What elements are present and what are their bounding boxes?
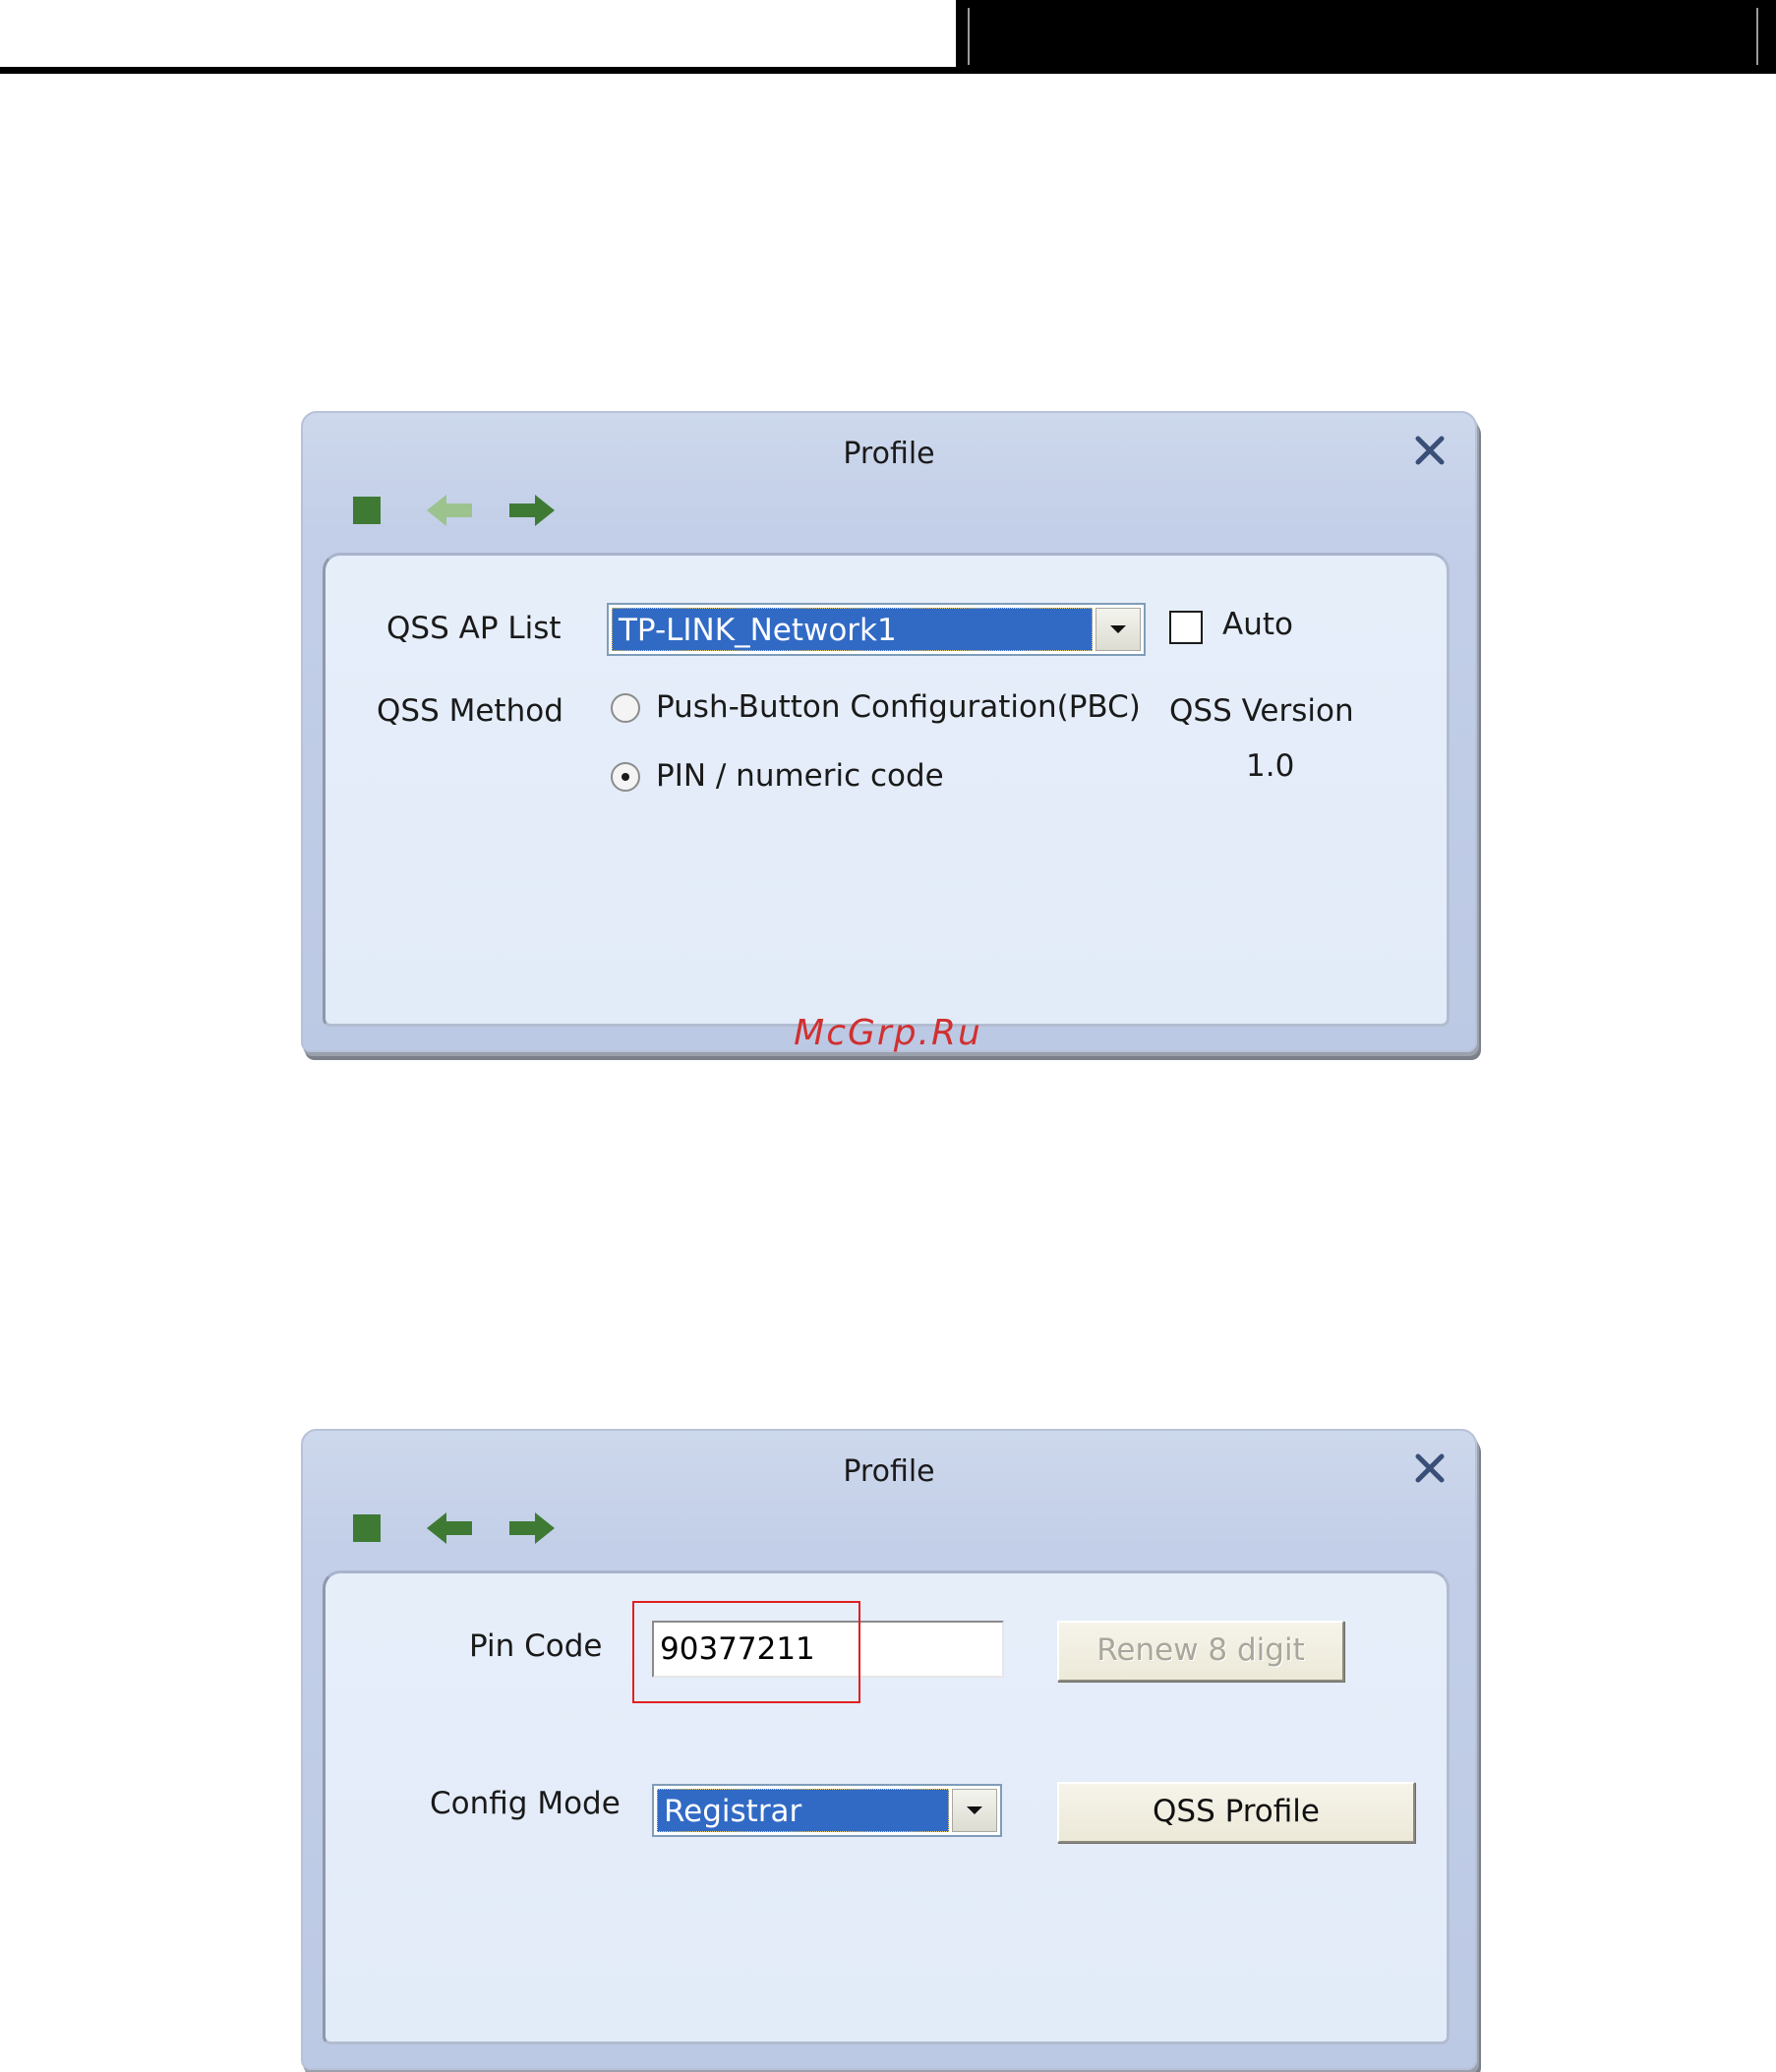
dialog-title: Profile [843,437,935,471]
toolbar [342,488,557,533]
chevron-down-icon [1110,625,1126,633]
profile-dialog-pin-code: Profile Pin Code Renew 8 digit Config Mo… [301,1429,1477,2070]
page-header-block [956,0,1776,73]
auto-label: Auto [1222,607,1293,642]
config-mode-value: Registrar [657,1789,949,1832]
back-arrow-icon [427,495,472,526]
config-mode-select[interactable]: Registrar [652,1784,1002,1837]
stop-square-icon [353,1514,381,1542]
qss-ap-list-value: TP-LINK_Network1 [612,608,1093,651]
dialog-content-panel: QSS AP List TP-LINK_Network1 Auto QSS Me… [323,553,1450,1027]
qss-version-value: 1.0 [1246,748,1295,784]
back-button[interactable] [425,491,474,530]
pin-radio[interactable] [611,762,640,792]
dropdown-button[interactable] [952,1789,997,1832]
renew-8-digit-button[interactable]: Renew 8 digit [1057,1621,1344,1682]
qss-ap-list-select[interactable]: TP-LINK_Network1 [607,603,1146,656]
pbc-radio[interactable] [611,693,640,723]
pin-code-label: Pin Code [469,1628,603,1664]
close-button[interactable] [1412,1450,1448,1486]
stop-button[interactable] [342,491,391,530]
forward-button[interactable] [507,491,557,530]
close-icon [1415,436,1445,465]
qss-ap-list-label: QSS AP List [386,611,562,646]
forward-arrow-icon [509,495,555,526]
qss-profile-button[interactable]: QSS Profile [1057,1782,1415,1843]
forward-arrow-icon [509,1512,555,1544]
stop-button[interactable] [342,1509,391,1548]
dialog-content-panel: Pin Code Renew 8 digit Config Mode Regis… [323,1570,1450,2044]
auto-checkbox[interactable] [1169,611,1203,644]
qss-version-label: QSS Version [1169,693,1354,729]
toolbar [342,1506,557,1551]
pbc-radio-label: Push-Button Configuration(PBC) [656,689,1141,725]
close-button[interactable] [1412,433,1448,468]
pin-radio-label: PIN / numeric code [656,758,944,794]
qss-method-label: QSS Method [377,693,563,729]
back-arrow-icon [427,1512,472,1544]
chevron-down-icon [967,1806,982,1814]
back-button[interactable] [425,1509,474,1548]
pin-code-input[interactable] [652,1621,1004,1678]
dropdown-button[interactable] [1095,608,1141,651]
profile-dialog-qss-method: Profile QSS AP List TP-LINK_Network1 Aut… [301,411,1477,1052]
config-mode-label: Config Mode [430,1786,621,1821]
close-icon [1415,1453,1445,1483]
stop-square-icon [353,497,381,524]
dialog-title: Profile [843,1454,935,1489]
forward-button[interactable] [507,1509,557,1548]
